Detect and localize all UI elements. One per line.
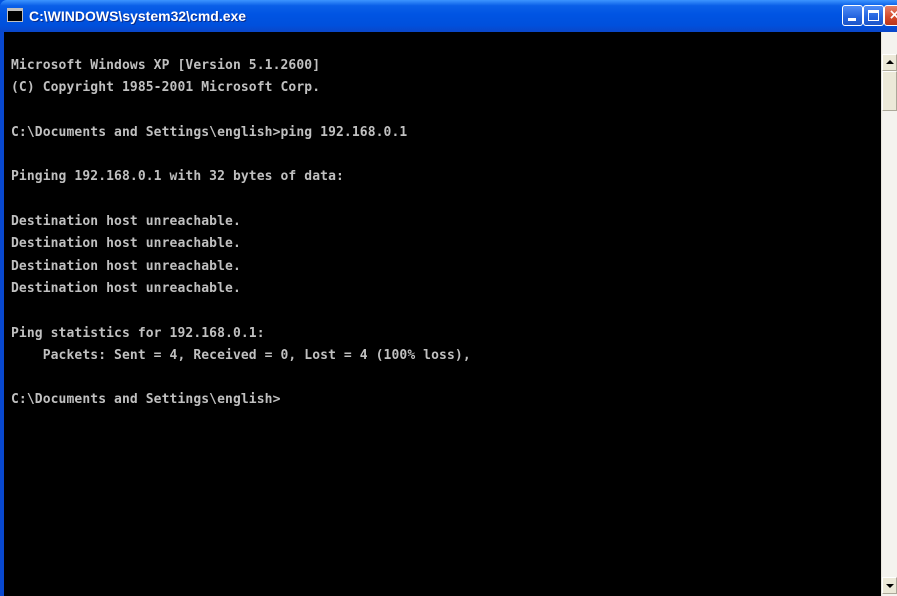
window-title: C:\WINDOWS\system32\cmd.exe: [29, 8, 247, 24]
command-prompt[interactable]: C:\Documents and Settings\english>: [11, 389, 471, 411]
arrow-up-icon: [886, 60, 894, 64]
scroll-thumb[interactable]: [882, 71, 897, 111]
maximize-button[interactable]: [863, 5, 884, 26]
console-line: Ping statistics for 192.168.0.1:: [11, 325, 265, 341]
close-icon: ×: [888, 7, 897, 23]
console-line: Destination host unreachable.: [11, 280, 241, 296]
arrow-down-icon: [886, 584, 894, 588]
cmd-icon[interactable]: [7, 8, 23, 22]
close-button[interactable]: ×: [884, 5, 897, 26]
console-line: Destination host unreachable.: [11, 214, 241, 230]
minimize-button[interactable]: [842, 5, 863, 26]
console-line: Destination host unreachable.: [11, 258, 241, 274]
console-line: (C) Copyright 1985-2001 Microsoft Corp.: [11, 80, 321, 96]
console-output[interactable]: Microsoft Windows XP [Version 5.1.2600] …: [4, 32, 881, 596]
console-line: Pinging 192.168.0.1 with 32 bytes of dat…: [11, 169, 344, 185]
scroll-up-button[interactable]: [882, 54, 897, 71]
cmd-window: C:\WINDOWS\system32\cmd.exe × Microsoft …: [0, 0, 897, 596]
maximize-icon: [868, 10, 879, 21]
minimize-icon: [848, 18, 856, 21]
console-line: Destination host unreachable.: [11, 236, 241, 252]
console-lines: Microsoft Windows XP [Version 5.1.2600] …: [11, 55, 471, 412]
console-line: C:\Documents and Settings\english>ping 1…: [11, 124, 408, 140]
title-bar[interactable]: C:\WINDOWS\system32\cmd.exe ×: [0, 0, 897, 32]
vertical-scrollbar[interactable]: [881, 32, 897, 596]
console-line: Packets: Sent = 4, Received = 0, Lost = …: [11, 347, 471, 363]
console-line: Microsoft Windows XP [Version 5.1.2600]: [11, 58, 321, 73]
scroll-down-button[interactable]: [882, 577, 897, 594]
